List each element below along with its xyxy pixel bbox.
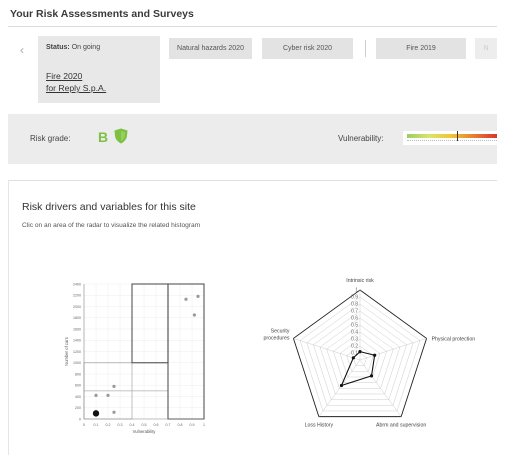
- tab-separator: [365, 40, 366, 57]
- radar-scale-label: 0.3: [351, 337, 358, 343]
- y-axis-label: Number of cars: [64, 337, 69, 366]
- scatter-chart[interactable]: 0 0.1 0.2 0.3 0.4 0.5 0.6 0.7 0.8 0.9 1 0 200 400 600 8…: [62, 272, 212, 447]
- y-tick-label: 2000: [73, 305, 81, 309]
- shield-icon: [114, 128, 128, 144]
- y-tick-label: 1000: [73, 361, 81, 365]
- vulnerability-gauge: [403, 131, 501, 145]
- radar-data-point: [358, 350, 362, 354]
- scatter-point: [106, 393, 110, 397]
- y-tick-label: 800: [75, 372, 81, 376]
- x-tick-label: 0.3: [118, 423, 123, 427]
- chart-region: [83, 362, 169, 392]
- vulnerability-label: Vulnerability:: [338, 134, 384, 143]
- radar-scale-label: 0.1: [351, 351, 358, 357]
- radar-scale-label: 0.4: [351, 330, 358, 336]
- scatter-point: [92, 410, 100, 417]
- radar-data-point: [351, 356, 355, 360]
- tab-natural-hazards[interactable]: Natural hazards 2020: [169, 38, 252, 59]
- status-label: Status:: [46, 44, 70, 51]
- page-title: Your Risk Assessments and Surveys: [10, 8, 194, 20]
- radar-scale-label: 0.6: [351, 316, 358, 322]
- radar-axis-label: procedures: [263, 335, 289, 341]
- risk-grade-label: Risk grade:: [30, 134, 71, 143]
- radar-axis-label: Intrinsic risk: [346, 278, 374, 284]
- y-tick-label: 2200: [73, 294, 81, 298]
- radar-data-point: [369, 374, 374, 378]
- scatter-point: [112, 384, 116, 388]
- y-tick-label: 1400: [73, 339, 81, 343]
- y-tick-label: 1800: [73, 316, 81, 320]
- radar-spoke: [293, 338, 361, 361]
- x-tick-label: 0.9: [190, 423, 195, 427]
- tab-cyber-risk[interactable]: Cyber risk 2020: [262, 38, 353, 59]
- scatter-point: [112, 410, 116, 414]
- y-tick-label: 600: [75, 384, 81, 388]
- y-tick-label: 200: [75, 406, 81, 410]
- y-tick-label: 2400: [73, 282, 81, 286]
- section-divider: [8, 180, 497, 181]
- x-tick-label: 0.4: [130, 423, 135, 427]
- assessment-name: Fire 2020: [46, 71, 83, 81]
- active-assessment-card[interactable]: Status: On going Fire 2020 for Reply S.p…: [38, 36, 160, 103]
- radar-axis-label: Loss History: [305, 423, 334, 429]
- drivers-title: Risk drivers and variables for this site: [22, 201, 196, 213]
- assessment-company: for Reply S.p.A.: [46, 83, 107, 93]
- scatter-point: [94, 393, 98, 397]
- title-divider: [8, 26, 497, 27]
- x-axis-label: Vulnerability: [133, 429, 157, 434]
- x-tick-label: 0.8: [178, 423, 183, 427]
- radar-data-point: [339, 383, 344, 388]
- risk-band: Risk grade: B Vulnerability:: [8, 114, 501, 164]
- risk-grade-value: B: [98, 129, 109, 145]
- scatter-point: [192, 313, 196, 317]
- radar-data-point: [373, 353, 377, 357]
- radar-scale-label: 0.2: [351, 344, 358, 350]
- x-tick-label: 0: [83, 423, 85, 427]
- status-value: On going: [71, 44, 101, 51]
- scatter-point: [196, 294, 200, 298]
- section-left-rule: [8, 180, 9, 455]
- status-text: Status: On going: [46, 44, 100, 51]
- radar-scale-label: 0.5: [351, 323, 358, 329]
- tab-fire-2019[interactable]: Fire 2019: [376, 38, 466, 59]
- y-tick-label: 400: [75, 395, 81, 399]
- assessment-link[interactable]: Fire 2020 for Reply S.p.A.: [46, 70, 106, 94]
- radar-scale-label: 0.9: [351, 295, 358, 301]
- y-tick-label: 0: [79, 417, 81, 421]
- radar-chart[interactable]: 0.10.20.30.40.50.60.70.80.91 Intrinsic ri…: [250, 270, 500, 445]
- radar-spoke: [359, 338, 427, 361]
- drivers-subtitle: Clic on an area of the radar to visualiz…: [22, 222, 201, 229]
- tab-more[interactable]: N: [475, 38, 497, 59]
- chart-region: [131, 283, 169, 364]
- radar-axis-label: Physical protection: [432, 336, 476, 342]
- x-tick-label: 0.2: [106, 423, 111, 427]
- vulnerability-scale: [407, 140, 497, 143]
- y-tick-label: 1200: [73, 350, 81, 354]
- radar-scale-label: 0.7: [351, 309, 358, 315]
- radar-axis-label: Security: [271, 328, 290, 334]
- x-tick-label: 0.6: [154, 423, 159, 427]
- vulnerability-gradient: [407, 134, 497, 138]
- radar-scale-label: 0.8: [351, 302, 358, 308]
- x-tick-label: 1: [203, 423, 205, 427]
- x-tick-label: 0.7: [166, 423, 171, 427]
- x-tick-label: 0.5: [142, 423, 147, 427]
- scatter-point: [184, 297, 188, 301]
- y-tick-label: 1600: [73, 327, 81, 331]
- x-tick-label: 0.1: [94, 423, 99, 427]
- radar-axis-label: Abrm and supervision: [376, 423, 426, 429]
- chevron-left-icon[interactable]: ‹: [20, 43, 24, 57]
- radar-scale-label: 1: [355, 288, 358, 294]
